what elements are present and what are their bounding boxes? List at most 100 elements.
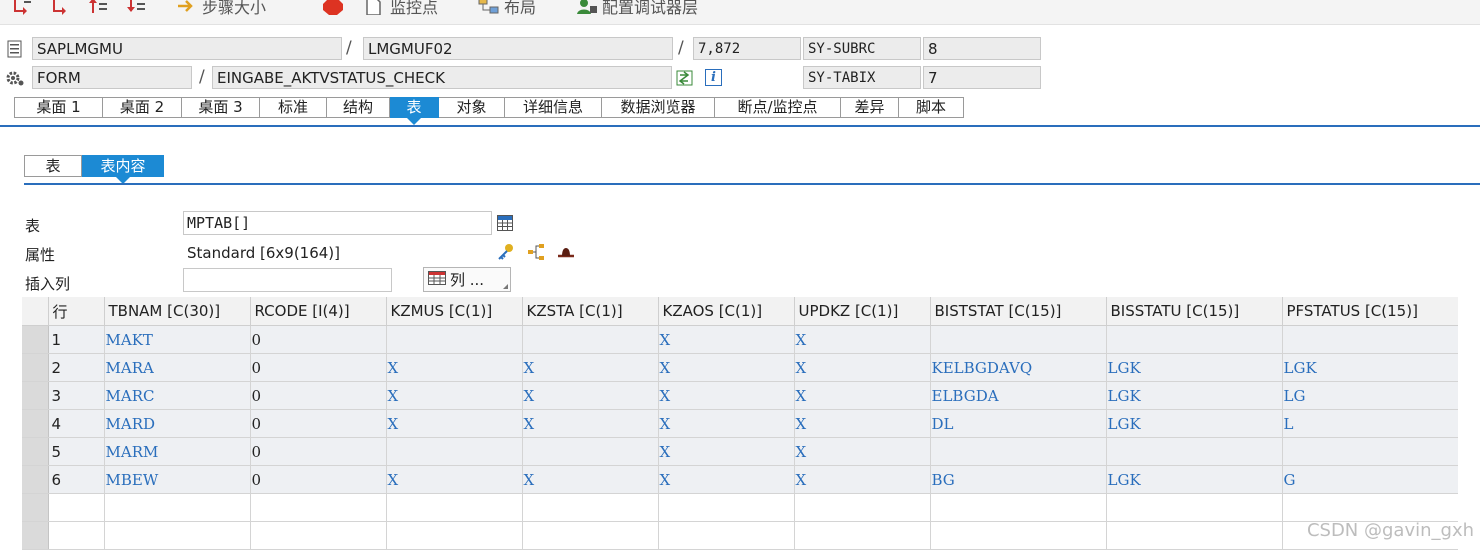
table-cell[interactable] (1106, 325, 1283, 354)
column-header[interactable]: BISTSTAT [C(15)] (930, 297, 1107, 326)
table-cell[interactable]: L (1282, 409, 1458, 438)
column-header[interactable]: UPDKZ [C(1)] (794, 297, 931, 326)
row-selector[interactable] (22, 465, 49, 494)
table-cell[interactable]: LGK (1282, 353, 1458, 382)
table-cell[interactable] (522, 437, 659, 466)
table-cell[interactable]: LGK (1106, 353, 1283, 382)
continue-button[interactable] (126, 0, 152, 18)
table-cell[interactable]: MARC (104, 381, 251, 410)
table-cell[interactable] (1282, 325, 1458, 354)
table-cell[interactable] (1106, 437, 1283, 466)
table-cell[interactable]: 0 (250, 437, 387, 466)
stop-button[interactable] (322, 0, 348, 18)
table-cell[interactable]: 0 (250, 465, 387, 494)
table-cell[interactable]: X (794, 325, 931, 354)
column-header[interactable]: BISSTATU [C(15)] (1106, 297, 1283, 326)
table-cell[interactable]: MARM (104, 437, 251, 466)
row-selector[interactable] (22, 437, 49, 466)
column-header[interactable]: RCODE [I(4)] (250, 297, 387, 326)
column-header[interactable]: KZMUS [C(1)] (386, 297, 523, 326)
navigate-icon[interactable] (676, 69, 694, 91)
layout-button[interactable]: 布局 (478, 0, 536, 18)
table-cell[interactable]: X (386, 381, 523, 410)
table-cell[interactable] (1282, 437, 1458, 466)
tab-desktop-3[interactable]: 桌面 3 (182, 97, 260, 118)
table-cell[interactable]: MARD (104, 409, 251, 438)
table-cell[interactable]: X (658, 325, 795, 354)
table-cell[interactable]: X (794, 353, 931, 382)
hierarchy-icon[interactable] (527, 243, 545, 265)
table-cell[interactable]: X (522, 381, 659, 410)
tab-table[interactable]: 表 (390, 97, 439, 125)
tab-diff[interactable]: 差异 (841, 97, 899, 118)
table-cell[interactable]: X (522, 465, 659, 494)
watchpoint-button[interactable]: 监控点 (364, 0, 438, 18)
subtab-table[interactable]: 表 (24, 155, 82, 177)
insert-column-input[interactable] (183, 268, 392, 292)
column-header[interactable]: TBNAM [C(30)] (104, 297, 251, 326)
row-selector[interactable] (22, 325, 49, 354)
table-cell[interactable]: X (794, 437, 931, 466)
tab-script[interactable]: 脚本 (899, 97, 964, 118)
table-cell[interactable]: 0 (250, 353, 387, 382)
tab-desktop-1[interactable]: 桌面 1 (14, 97, 103, 118)
row-selector[interactable] (22, 521, 49, 550)
table-cell[interactable]: DL (930, 409, 1107, 438)
table-cell[interactable]: X (658, 437, 795, 466)
table-cell[interactable] (522, 325, 659, 354)
table-cell[interactable]: X (658, 353, 795, 382)
return-button[interactable] (88, 0, 114, 18)
table-cell[interactable]: BG (930, 465, 1107, 494)
table-cell[interactable] (386, 325, 523, 354)
table-cell[interactable]: LGK (1106, 409, 1283, 438)
column-header[interactable]: KZSTA [C(1)] (522, 297, 659, 326)
table-cell[interactable]: X (794, 381, 931, 410)
table-cell[interactable]: X (794, 465, 931, 494)
table-cell[interactable]: 0 (250, 381, 387, 410)
tab-standard[interactable]: 标准 (260, 97, 327, 118)
row-selector[interactable] (22, 381, 49, 410)
table-cell[interactable] (930, 437, 1107, 466)
table-cell[interactable]: KELBGDAVQ (930, 353, 1107, 382)
info-icon[interactable]: i (705, 69, 722, 86)
step-size-button[interactable]: 步骤大小 (176, 0, 266, 18)
column-header[interactable]: 行 (48, 297, 105, 326)
table-view-icon[interactable] (497, 215, 513, 235)
table-cell[interactable]: 0 (250, 325, 387, 354)
table-cell[interactable]: LGK (1106, 465, 1283, 494)
table-cell[interactable]: MBEW (104, 465, 251, 494)
tab-objects[interactable]: 对象 (439, 97, 505, 118)
table-cell[interactable]: MARA (104, 353, 251, 382)
table-cell[interactable]: LG (1282, 381, 1458, 410)
row-selector-header[interactable] (22, 297, 49, 326)
column-header[interactable]: PFSTATUS [C(15)] (1282, 297, 1458, 326)
table-cell[interactable]: ELBGDA (930, 381, 1107, 410)
table-cell[interactable] (930, 325, 1107, 354)
row-selector[interactable] (22, 353, 49, 382)
table-cell[interactable]: X (522, 353, 659, 382)
key-icon[interactable] (497, 243, 515, 265)
tab-data-explorer[interactable]: 数据浏览器 (602, 97, 715, 118)
table-cell[interactable]: X (658, 409, 795, 438)
table-cell[interactable]: MAKT (104, 325, 251, 354)
config-debugger-layer-button[interactable]: 配置调试器层 (576, 0, 698, 18)
tab-structure[interactable]: 结构 (327, 97, 390, 118)
table-cell[interactable]: X (386, 465, 523, 494)
table-cell[interactable]: G (1282, 465, 1458, 494)
table-cell[interactable]: LGK (1106, 381, 1283, 410)
row-selector[interactable] (22, 409, 49, 438)
table-cell[interactable]: X (658, 465, 795, 494)
hat-icon[interactable] (556, 243, 576, 265)
table-cell[interactable]: X (386, 353, 523, 382)
table-name-input[interactable]: MPTAB[] (183, 211, 492, 235)
table-cell[interactable]: 0 (250, 409, 387, 438)
tab-desktop-2[interactable]: 桌面 2 (103, 97, 182, 118)
step-over-button[interactable] (50, 0, 76, 18)
row-selector[interactable] (22, 493, 49, 522)
columns-button[interactable]: 列 ... (423, 267, 511, 292)
table-cell[interactable] (386, 437, 523, 466)
table-cell[interactable]: X (794, 409, 931, 438)
subtab-table-content[interactable]: 表内容 (82, 155, 164, 177)
table-cell[interactable]: X (522, 409, 659, 438)
tab-details[interactable]: 详细信息 (505, 97, 602, 118)
